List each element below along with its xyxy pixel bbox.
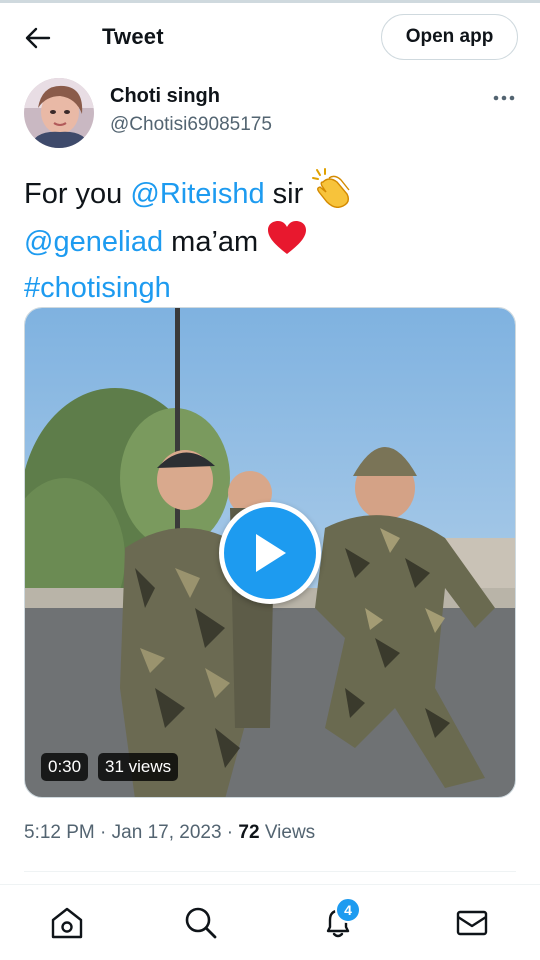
mention-link[interactable]: @Riteishd bbox=[130, 178, 264, 210]
tweet-time[interactable]: 5:12 PM bbox=[24, 822, 95, 843]
meta-separator: · bbox=[94, 822, 112, 843]
content-divider bbox=[24, 871, 516, 872]
nav-search-button[interactable] bbox=[179, 901, 223, 945]
video-views: 31 views bbox=[98, 753, 179, 781]
meta-separator: · bbox=[221, 822, 239, 843]
back-button[interactable] bbox=[18, 20, 58, 56]
tweet-text-part: ma’am bbox=[163, 226, 267, 258]
back-arrow-icon bbox=[25, 27, 51, 49]
author-handle[interactable]: @Chotisi69085175 bbox=[110, 114, 272, 136]
play-button[interactable] bbox=[219, 502, 321, 604]
views-count: 72 bbox=[238, 822, 260, 843]
tweet-text-part: sir bbox=[264, 178, 312, 210]
play-icon bbox=[256, 534, 286, 572]
red-heart-icon bbox=[266, 220, 308, 268]
page-title: Tweet bbox=[102, 24, 164, 49]
author-display-name[interactable]: Choti singh bbox=[110, 85, 220, 108]
hashtag-link[interactable]: #chotisingh bbox=[24, 272, 171, 304]
nav-messages-button[interactable] bbox=[450, 901, 494, 945]
tweet-metadata: 5:12 PM · Jan 17, 2023 · 72 Views bbox=[24, 822, 315, 844]
mail-icon bbox=[456, 910, 488, 936]
mention-link[interactable]: @geneliad bbox=[24, 226, 163, 258]
home-icon bbox=[51, 907, 83, 939]
views-label: Views bbox=[259, 822, 316, 843]
tweet-text-part: For you bbox=[24, 178, 131, 210]
clapping-hands-icon bbox=[311, 168, 353, 220]
tweet-author: Choti singh @Chotisi69085175 bbox=[0, 76, 540, 152]
avatar-image bbox=[24, 78, 94, 148]
tweet-text: For you @Riteishd sir @geneliad ma’am #c… bbox=[24, 168, 514, 309]
video-player[interactable]: 0:30 31 views bbox=[24, 307, 516, 798]
more-options-button[interactable] bbox=[486, 86, 522, 110]
nav-home-button[interactable] bbox=[45, 901, 89, 945]
bottom-navigation: 4 bbox=[0, 884, 540, 960]
tweet-date[interactable]: Jan 17, 2023 bbox=[112, 822, 222, 843]
video-duration: 0:30 bbox=[41, 753, 89, 781]
open-app-button[interactable]: Open app bbox=[381, 14, 518, 60]
notification-badge: 4 bbox=[335, 897, 361, 923]
search-icon bbox=[185, 907, 217, 939]
avatar[interactable] bbox=[24, 78, 94, 148]
more-dots-icon bbox=[493, 95, 515, 101]
header-bar: Tweet Open app bbox=[0, 3, 540, 69]
